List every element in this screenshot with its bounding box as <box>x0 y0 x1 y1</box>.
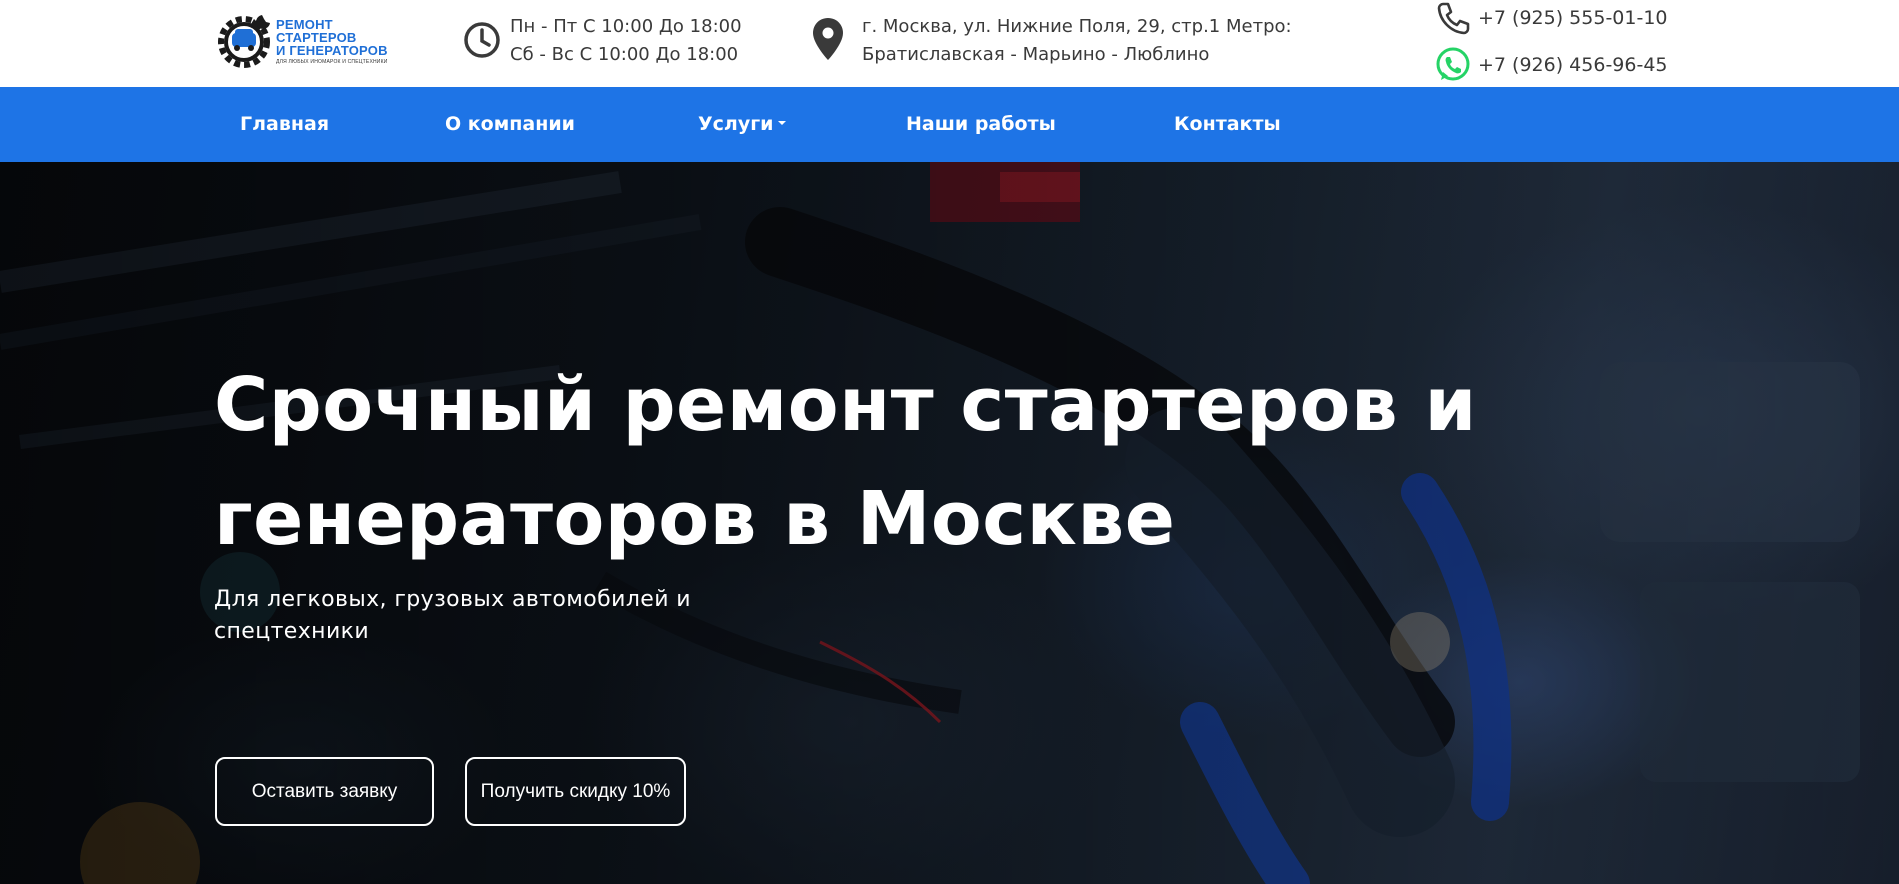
nav-item-label: Услуги <box>698 113 774 135</box>
nav-item-home[interactable]: Главная <box>240 87 329 162</box>
nav-item-about[interactable]: О компании <box>445 87 575 162</box>
discount-button[interactable]: Получить скидку 10% <box>465 757 686 826</box>
nav-item-label: Контакты <box>1174 113 1281 135</box>
hero-section: Срочный ремонт стартеров и генераторов в… <box>0 162 1899 884</box>
phone-number-1: +7 (925) 555-01-10 <box>1478 7 1668 29</box>
nav-item-contacts[interactable]: Контакты <box>1174 87 1281 162</box>
hero-subtitle: Для легковых, грузовых автомобилей и спе… <box>214 587 692 644</box>
logo-tagline: ДЛЯ ЛЮБЫХ ИНОМАРОК И СПЕЦТЕХНИКИ <box>276 58 388 65</box>
phone-link-1[interactable]: +7 (925) 555-01-10 <box>1434 0 1668 36</box>
hours-weekend: Сб - Вс С 10:00 До 18:00 <box>510 44 739 65</box>
map-pin-icon <box>813 18 843 60</box>
nav-item-services[interactable]: Услуги <box>698 87 787 162</box>
phone-icon <box>1437 2 1470 35</box>
top-header: РЕМОНТ СТАРТЕРОВ И ГЕНЕРАТОРОВ ДЛЯ ЛЮБЫХ… <box>0 0 1899 87</box>
working-hours: Пн - Пт С 10:00 До 18:00 Сб - Вс С 10:00… <box>462 13 742 69</box>
nav-item-label: О компании <box>445 113 575 135</box>
whatsapp-icon <box>1436 47 1470 81</box>
clock-icon <box>464 22 500 58</box>
hero-title-line-2: генераторов в Москве <box>214 476 1176 562</box>
phone-number-2: +7 (926) 456-96-45 <box>1478 54 1668 76</box>
nav-item-works[interactable]: Наши работы <box>906 87 1056 162</box>
chevron-down-icon <box>778 120 787 125</box>
address-line-2: Братиславская - Марьино - Люблино <box>862 44 1210 65</box>
nav-item-label: Наши работы <box>906 113 1056 135</box>
whatsapp-link[interactable]: +7 (926) 456-96-45 <box>1434 46 1668 84</box>
logo-text: РЕМОНТ СТАРТЕРОВ И ГЕНЕРАТОРОВ ДЛЯ ЛЮБЫХ… <box>276 18 388 65</box>
main-nav: Главная О компании Услуги Наши работы Ко… <box>0 87 1899 162</box>
logo-line-1: РЕМОНТ <box>276 16 333 32</box>
request-button[interactable]: Оставить заявку <box>215 757 434 826</box>
hours-weekdays: Пн - Пт С 10:00 До 18:00 <box>510 16 742 37</box>
address: г. Москва, ул. Нижние Поля, 29, стр.1 Ме… <box>810 13 1292 69</box>
gear-wrench-logo-icon <box>218 15 270 68</box>
hero-title: Срочный ремонт стартеров и генераторов в… <box>214 348 1614 576</box>
logo-line-2: СТАРТЕРОВ <box>276 29 357 45</box>
hero-title-line-1: Срочный ремонт стартеров и <box>214 362 1477 448</box>
logo-line-3: И ГЕНЕРАТОРОВ <box>276 42 388 58</box>
nav-item-label: Главная <box>240 113 330 135</box>
site-logo[interactable]: РЕМОНТ СТАРТЕРОВ И ГЕНЕРАТОРОВ ДЛЯ ЛЮБЫХ… <box>218 10 408 72</box>
address-line-1: г. Москва, ул. Нижние Поля, 29, стр.1 Ме… <box>862 16 1292 37</box>
